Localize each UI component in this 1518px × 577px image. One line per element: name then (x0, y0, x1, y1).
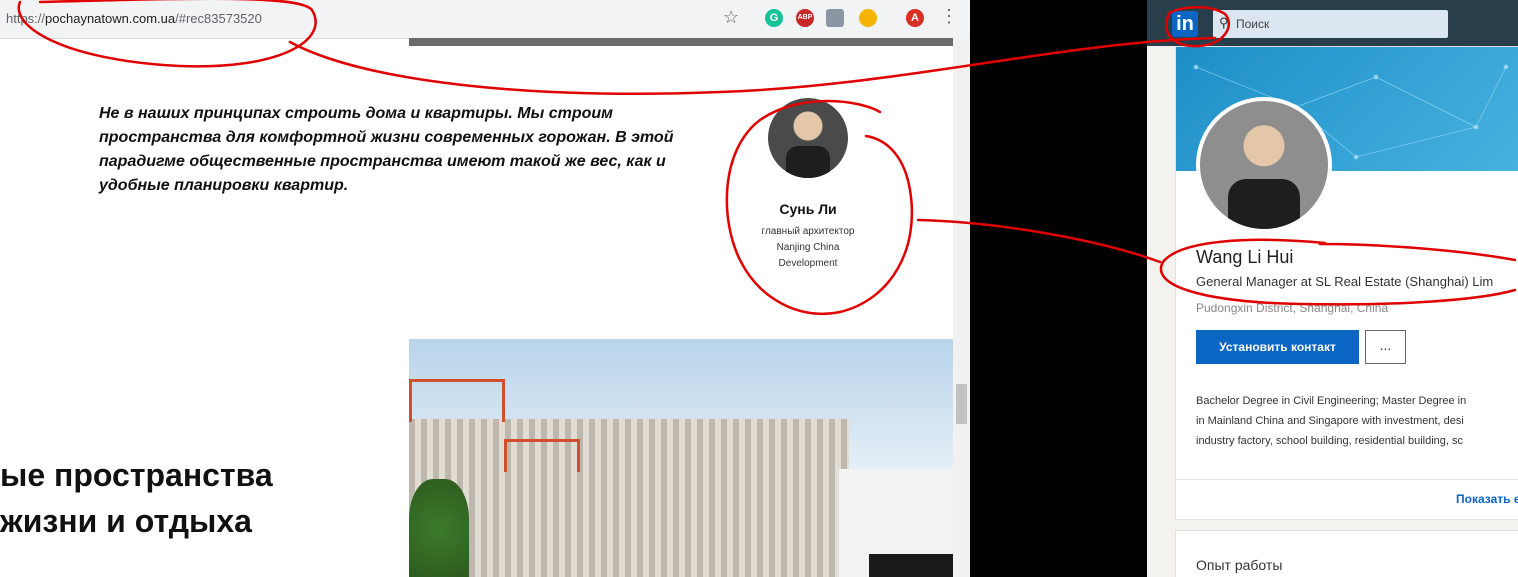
profile-summary: Bachelor Degree in Civil Engineering; Ma… (1196, 391, 1518, 451)
dark-building-shape (869, 554, 953, 577)
url-hash: /#rec83573520 (175, 11, 262, 26)
rail-shape (504, 439, 580, 472)
top-photo (409, 38, 953, 46)
search-input[interactable]: ⚲ Поиск (1213, 10, 1448, 38)
divider (1176, 479, 1518, 480)
profile-avatar[interactable] (1196, 97, 1332, 233)
connect-button[interactable]: Установить контакт (1196, 330, 1359, 364)
flower-extension-icon[interactable] (859, 9, 877, 27)
summary-line: in Mainland China and Singapore with inv… (1196, 415, 1464, 427)
profile-headline: General Manager at SL Real Estate (Shang… (1196, 274, 1494, 289)
search-icon: ⚲ (1219, 15, 1229, 30)
show-more-link[interactable]: Показать е (1456, 492, 1518, 506)
linkedin-window: in ⚲ Поиск Wang Li Hui General Manager a… (1147, 0, 1518, 577)
architect-role: главный архитектор Nanjing China Develop… (761, 226, 855, 269)
experience-title: Опыт работы (1196, 557, 1283, 573)
search-placeholder: Поиск (1236, 17, 1270, 31)
scrollbar-thumb[interactable] (956, 384, 967, 424)
linkedin-header: in ⚲ Поиск (1147, 0, 1518, 46)
profile-location: Pudongxin District, Shanghai, China (1196, 301, 1389, 315)
section-heading: ые пространства жизни и отдыха (0, 452, 273, 544)
profile-card: Wang Li Hui General Manager at SL Real E… (1175, 46, 1518, 520)
url-domain: pochaynatown.com.ua (45, 11, 176, 26)
browser-window: https://pochaynatown.com.ua/#rec83573520… (0, 0, 970, 577)
address-bar[interactable]: https://pochaynatown.com.ua/#rec83573520… (0, 0, 970, 39)
extension-icon[interactable] (826, 9, 844, 27)
grammarly-icon[interactable]: G (765, 9, 783, 27)
tree-shape (409, 479, 469, 577)
experience-card: Опыт работы (1175, 530, 1518, 577)
heading-line-1: ые пространства (0, 457, 273, 493)
rail-shape (409, 379, 505, 422)
adblock-icon[interactable]: ABP (796, 9, 814, 27)
browser-menu-icon[interactable]: ⋮ (940, 6, 958, 27)
building-photo (409, 339, 953, 577)
summary-line: Bachelor Degree in Civil Engineering; Ma… (1196, 395, 1467, 407)
profile-name: Wang Li Hui (1196, 247, 1294, 267)
scrollbar-track[interactable] (953, 38, 970, 577)
star-icon[interactable]: ☆ (723, 7, 739, 28)
linkedin-logo-icon[interactable]: in (1172, 11, 1198, 37)
architect-avatar (768, 98, 848, 178)
summary-line: industry factory, school building, resid… (1196, 435, 1463, 447)
architect-name: Сунь Ли (779, 201, 837, 217)
url-text[interactable]: https://pochaynatown.com.ua/#rec83573520 (6, 11, 262, 26)
profile-avatar-icon[interactable]: A (906, 9, 924, 27)
url-scheme: https:// (6, 11, 46, 26)
black-gap (970, 0, 1147, 577)
quote-text: Не в наших принципах строить дома и квар… (99, 105, 674, 194)
more-actions-button[interactable]: ... (1365, 330, 1406, 364)
facade-shape (409, 419, 849, 577)
heading-line-2: жизни и отдыха (0, 503, 252, 539)
